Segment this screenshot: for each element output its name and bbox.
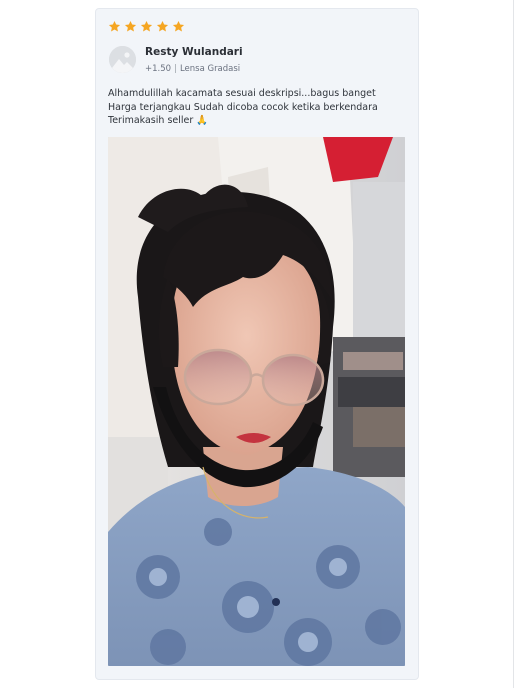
star-rating (108, 20, 185, 33)
page-edge-divider (513, 0, 514, 688)
star-icon (140, 20, 153, 32)
star-icon (108, 20, 121, 32)
reviewer-name: Resty Wulandari (145, 46, 243, 58)
lens-power: +1.50 (145, 64, 172, 74)
star-icon (156, 20, 169, 32)
variant-name: Lensa Gradasi (179, 64, 241, 74)
review-text: Alhamdulillah kacamata sesuai deskripsi.… (108, 87, 408, 128)
review-text-line: Terimakasih seller 🙏 (108, 115, 209, 126)
meta-separator: | (174, 64, 177, 74)
star-icon (172, 20, 185, 32)
reviewer-avatar[interactable] (109, 46, 136, 73)
review-text-line: Harga terjangkau Sudah dicoba cocok keti… (108, 101, 378, 113)
review-photo-image (108, 137, 405, 666)
star-icon (124, 20, 137, 32)
review-card: Resty Wulandari +1.50 | Lensa Gradasi Alha… (95, 8, 419, 680)
review-meta: +1.50 | Lensa Gradasi (145, 64, 240, 74)
review-photo[interactable] (108, 137, 405, 666)
default-avatar-icon (109, 46, 136, 73)
review-text-line: Alhamdulillah kacamata sesuai deskripsi.… (108, 88, 376, 99)
